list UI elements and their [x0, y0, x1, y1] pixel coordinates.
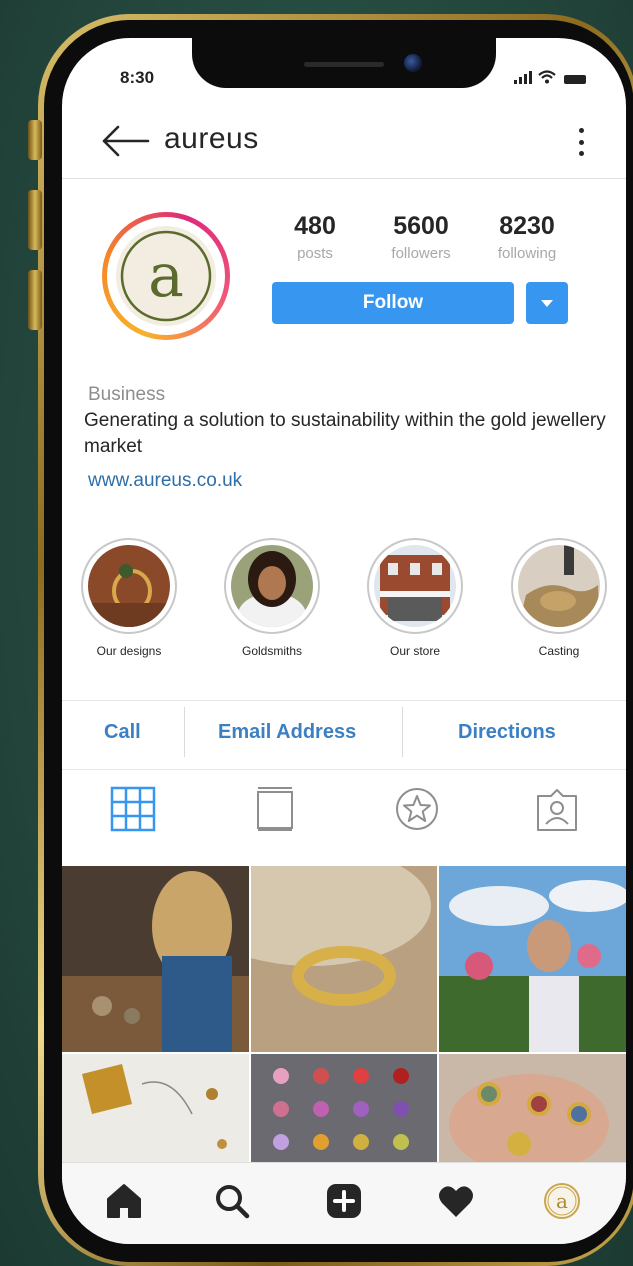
highlight-our-store[interactable]: Our store [365, 538, 465, 658]
contact-bar: Call Email Address Directions [62, 700, 626, 770]
bio-text: Generating a solution to sustainability … [84, 410, 606, 457]
highlight-label: Casting [538, 644, 580, 658]
post-thumbnail[interactable] [439, 866, 626, 1052]
svg-text:a: a [148, 241, 184, 311]
status-icons [514, 70, 586, 84]
profile-icon[interactable]: a [542, 1181, 582, 1221]
stat-label: followers [391, 245, 451, 262]
stat-posts[interactable]: 480 posts [280, 212, 350, 262]
phone-side-button [28, 190, 42, 250]
divider [184, 707, 185, 757]
add-icon[interactable] [324, 1181, 364, 1221]
highlight-our-designs[interactable]: Our designs [79, 538, 179, 658]
heart-icon[interactable] [436, 1181, 476, 1221]
stat-value: 8230 [499, 212, 555, 240]
highlight-label: Our designs [96, 644, 162, 658]
aureus-logo: a [120, 230, 212, 322]
stat-followers[interactable]: 5600 followers [376, 212, 466, 262]
tagged-icon[interactable] [534, 786, 580, 832]
camera-icon [404, 54, 422, 72]
avatar[interactable]: a [102, 212, 230, 340]
stat-value: 5600 [393, 212, 449, 240]
phone-side-button [28, 270, 42, 330]
kebab-menu-icon[interactable] [576, 128, 586, 156]
highlight-image [231, 545, 313, 627]
wifi-icon [538, 70, 556, 84]
phone-side-button [28, 120, 42, 160]
star-icon[interactable] [394, 786, 440, 832]
highlight-image [518, 545, 600, 627]
call-button[interactable]: Call [104, 721, 141, 744]
bio-category: Business [88, 384, 166, 405]
website-link[interactable]: www.aureus.co.uk [88, 470, 242, 492]
grid-icon[interactable] [110, 786, 156, 832]
status-time: 8:30 [120, 68, 155, 87]
stat-label: following [497, 245, 557, 262]
highlight-image [374, 545, 456, 627]
svg-text:a: a [556, 1189, 568, 1213]
notch [192, 38, 496, 88]
bottom-navigation: a [62, 1162, 626, 1244]
search-icon[interactable] [212, 1181, 252, 1221]
profile-tabs [62, 776, 626, 856]
post-thumbnail[interactable] [439, 1054, 626, 1166]
post-thumbnail[interactable] [251, 866, 437, 1052]
post-thumbnail[interactable] [62, 1054, 249, 1166]
follow-dropdown-button[interactable] [526, 282, 568, 324]
reels-icon[interactable] [252, 786, 298, 832]
highlight-label: Our store [389, 644, 440, 658]
signal-icon [514, 71, 532, 84]
email-button[interactable]: Email Address [218, 721, 356, 744]
follow-button[interactable]: Follow [272, 282, 514, 324]
post-thumbnail[interactable] [251, 1054, 437, 1166]
highlight-casting[interactable]: Casting [509, 538, 609, 658]
home-icon[interactable] [104, 1181, 144, 1221]
stat-following[interactable]: 8230 following [482, 212, 572, 262]
highlight-goldsmiths[interactable]: Goldsmiths [222, 538, 322, 658]
stat-value: 480 [294, 212, 336, 240]
post-grid [62, 866, 626, 1166]
stat-label: posts [297, 245, 333, 262]
highlight-image [88, 545, 170, 627]
post-thumbnail[interactable] [62, 866, 249, 1052]
profile-username: aureus [164, 122, 259, 155]
directions-button[interactable]: Directions [458, 721, 556, 744]
phone-screen: 8:30 aureus a 480 posts 5600 followers 8 [62, 38, 626, 1244]
battery-icon [564, 75, 586, 84]
highlight-label: Goldsmiths [241, 644, 303, 658]
divider [402, 707, 403, 757]
speaker [304, 62, 384, 67]
back-arrow-icon[interactable] [100, 124, 150, 158]
profile-header: aureus [62, 102, 626, 179]
